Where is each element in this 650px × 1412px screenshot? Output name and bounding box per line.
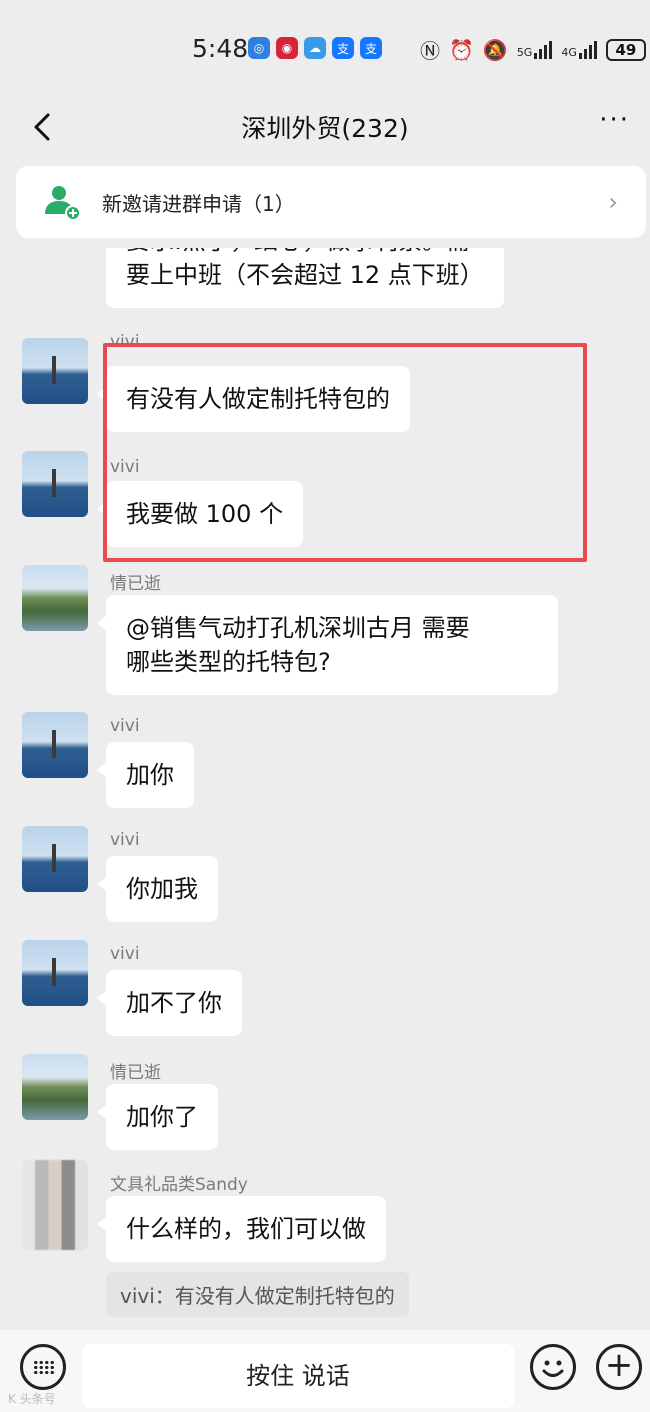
sender-name: 情已逝	[110, 1063, 161, 1083]
watermark: K 头条号	[8, 1392, 56, 1406]
message-bubble[interactable]: 你加我	[97, 856, 218, 922]
system-status: Ⓝ ⏰ 🔕 5G 4G 49	[420, 35, 646, 64]
alarm-icon: ⏰	[449, 37, 474, 62]
avatar[interactable]	[22, 826, 88, 892]
sender-name: vivi	[110, 944, 140, 964]
signal-bars-icon	[534, 40, 553, 59]
alipay-icon: 支	[360, 37, 382, 59]
nfc-icon: Ⓝ	[420, 39, 440, 63]
keyboard-icon[interactable]	[20, 1344, 66, 1390]
chat-header: 深圳外贸(232) ···	[0, 95, 650, 157]
network-5g-label: 5G	[516, 45, 533, 59]
signal-4g: 4G	[561, 40, 597, 59]
signal-bars-icon	[578, 40, 597, 59]
chevron-right-icon: ›	[608, 188, 618, 216]
message-bubble[interactable]: 加你	[97, 742, 194, 808]
signal-5g: 5G	[516, 40, 553, 59]
page-title: 深圳外贸(232)	[241, 114, 409, 143]
status-bar: 5:48 ◎ ◉ ☁ 支 支 Ⓝ ⏰ 🔕 5G 4G 49	[0, 0, 650, 95]
add-user-icon	[42, 182, 82, 222]
notification-icons: ◎ ◉ ☁ 支 支	[248, 37, 382, 59]
message-bubble[interactable]: 加你了	[97, 1084, 218, 1150]
message-bubble[interactable]: 什么样的，我们可以做	[97, 1196, 386, 1262]
sender-name: vivi	[110, 716, 140, 736]
avatar[interactable]	[22, 940, 88, 1006]
alipay-icon: 支	[332, 37, 354, 59]
invite-request-label: 新邀请进群申请（1）	[102, 191, 295, 216]
app-icon-blue: ◎	[248, 37, 270, 59]
input-bar: 按住 说话 +	[0, 1330, 650, 1412]
network-4g-label: 4G	[561, 45, 577, 59]
weather-icon: ☁	[304, 37, 326, 59]
app-icon-red: ◉	[276, 37, 298, 59]
avatar[interactable]	[22, 1160, 88, 1250]
more-button[interactable]: ···	[599, 105, 630, 135]
message-list[interactable]: 要求:熟手，细心，做事利索。需 要上中班（不会超过 12 点下班） vivi 有…	[0, 248, 650, 1330]
sender-name: vivi	[110, 332, 140, 352]
avatar[interactable]	[22, 338, 88, 404]
avatar[interactable]	[22, 1054, 88, 1120]
message-bubble[interactable]: 我要做 100 个	[96, 481, 304, 547]
emoji-icon[interactable]	[530, 1344, 576, 1390]
invite-request-banner[interactable]: 新邀请进群申请（1） ›	[16, 166, 646, 238]
message-bubble[interactable]: 要求:熟手，细心，做事利索。需 要上中班（不会超过 12 点下班）	[106, 248, 504, 308]
avatar[interactable]	[22, 451, 88, 517]
status-time: 5:48	[192, 34, 249, 63]
sender-name: vivi	[110, 457, 140, 477]
message-bubble[interactable]: 加不了你	[97, 970, 242, 1036]
sender-name: vivi	[110, 830, 140, 850]
avatar[interactable]	[22, 565, 88, 631]
message-bubble[interactable]: 有没有人做定制托特包的	[97, 366, 410, 432]
sender-name: 文具礼品类Sandy	[110, 1175, 248, 1195]
battery-icon: 49	[605, 38, 646, 61]
quoted-message[interactable]: vivi：有没有人做定制托特包的	[106, 1272, 409, 1317]
sender-name: 情已逝	[110, 574, 161, 594]
message-bubble[interactable]: @销售气动打孔机深圳古月 需要 哪些类型的托特包?	[97, 595, 558, 695]
mute-icon: 🔕	[482, 37, 508, 62]
hold-to-talk-button[interactable]: 按住 说话	[82, 1344, 514, 1408]
plus-icon[interactable]: +	[596, 1344, 642, 1390]
avatar[interactable]	[22, 712, 88, 778]
